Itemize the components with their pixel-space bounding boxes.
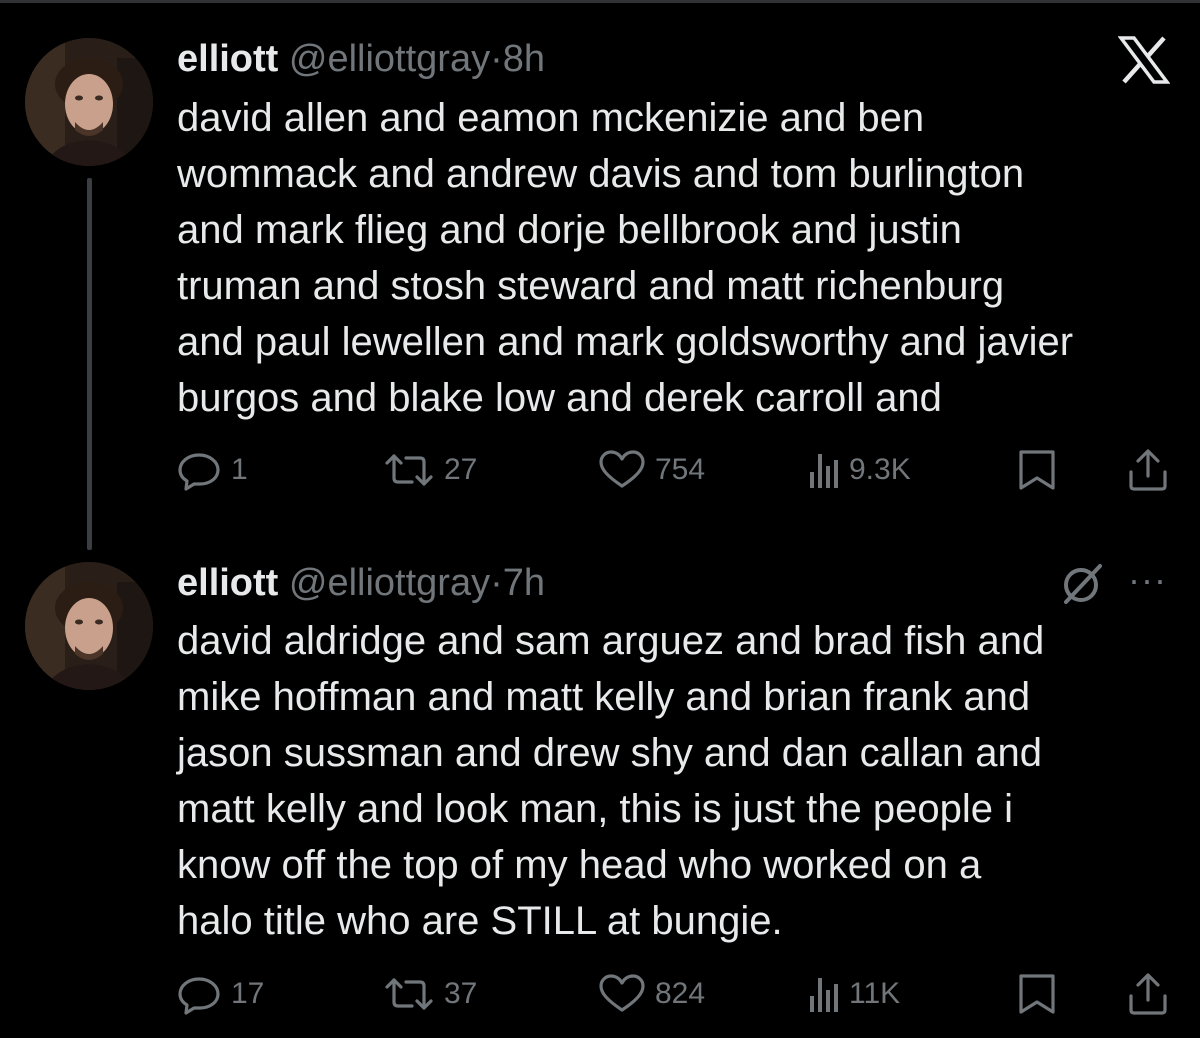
bookmark-icon (1019, 450, 1055, 490)
tweet-text-line: halo title who are STILL at bungie. (177, 899, 783, 943)
tweet-text-line: know off the top of my head who worked o… (177, 843, 982, 887)
action-bar: 1 27 754 9.3K (177, 448, 1170, 492)
tweet-header: elliott @elliottgray·8h (177, 36, 545, 82)
thread-connector (87, 178, 92, 550)
x-logo-icon[interactable] (1117, 36, 1171, 89)
separator-dot: · (490, 562, 503, 604)
like-count: 754 (655, 453, 706, 486)
bookmark-button[interactable] (1017, 448, 1057, 492)
display-name[interactable]: elliott (177, 562, 278, 604)
tweet-text-line: wommack and andrew davis and tom burling… (177, 152, 1025, 196)
avatar[interactable] (25, 562, 153, 690)
views-chart-icon (810, 454, 838, 488)
heart-icon (599, 974, 645, 1012)
repost-button[interactable]: 37 (382, 972, 477, 1016)
separator-dot: · (490, 38, 503, 80)
share-icon (1129, 449, 1167, 491)
tweet-text-line: matt kelly and look man, this is just th… (177, 787, 1013, 831)
top-divider (0, 0, 1200, 3)
bookmark-icon (1019, 974, 1055, 1014)
tweet-text-line: jason sussman and drew shy and dan calla… (177, 731, 1042, 775)
like-count: 824 (655, 977, 706, 1010)
tweet-text-line: david aldridge and sam arguez and brad f… (177, 619, 1045, 663)
timestamp[interactable]: 8h (503, 38, 545, 80)
repost-count: 27 (444, 453, 478, 486)
views-chart-icon (810, 978, 838, 1012)
share-button[interactable] (1127, 972, 1169, 1016)
grok-icon[interactable] (1060, 562, 1104, 611)
view-count: 11K (849, 977, 901, 1010)
tweet-text-line: david allen and eamon mckenizie and ben (177, 96, 925, 140)
display-name[interactable]: elliott (177, 38, 278, 80)
views-button[interactable]: 11K (807, 972, 900, 1016)
repost-icon (385, 978, 433, 1010)
user-handle[interactable]: @elliottgray (289, 562, 490, 604)
tweet-text-line: and mark flieg and dorje bellbrook and j… (177, 208, 962, 252)
tweet-text: david allen and eamon mckenizie and ben … (177, 90, 1177, 426)
reply-count: 1 (231, 453, 248, 486)
reply-icon (178, 453, 220, 491)
avatar[interactable] (25, 38, 153, 166)
views-button[interactable]: 9.3K (807, 448, 911, 492)
tweet-header: elliott @elliottgray·7h (177, 560, 545, 606)
repost-icon (385, 454, 433, 486)
like-button[interactable]: 754 (597, 448, 705, 492)
reply-icon (178, 977, 220, 1015)
bookmark-button[interactable] (1017, 972, 1057, 1016)
tweet-text-line: truman and stosh steward and matt richen… (177, 264, 1005, 308)
user-handle[interactable]: @elliottgray (289, 38, 490, 80)
share-icon (1129, 973, 1167, 1015)
tweet-text-line: burgos and blake low and derek carroll a… (177, 376, 942, 420)
view-count: 9.3K (849, 453, 911, 486)
share-button[interactable] (1127, 448, 1169, 492)
reply-button[interactable]: 17 (177, 972, 264, 1016)
repost-count: 37 (444, 977, 478, 1010)
tweet-text-line: mike hoffman and matt kelly and brian fr… (177, 675, 1031, 719)
more-icon[interactable]: ··· (1128, 560, 1167, 600)
timestamp[interactable]: 7h (503, 562, 545, 604)
heart-icon (599, 450, 645, 488)
action-bar: 17 37 824 11K (177, 972, 1170, 1016)
tweet-text: david aldridge and sam arguez and brad f… (177, 613, 1177, 949)
reply-count: 17 (231, 977, 265, 1010)
like-button[interactable]: 824 (597, 972, 705, 1016)
repost-button[interactable]: 27 (382, 448, 477, 492)
reply-button[interactable]: 1 (177, 448, 248, 492)
tweet-text-line: and paul lewellen and mark goldsworthy a… (177, 320, 1074, 364)
